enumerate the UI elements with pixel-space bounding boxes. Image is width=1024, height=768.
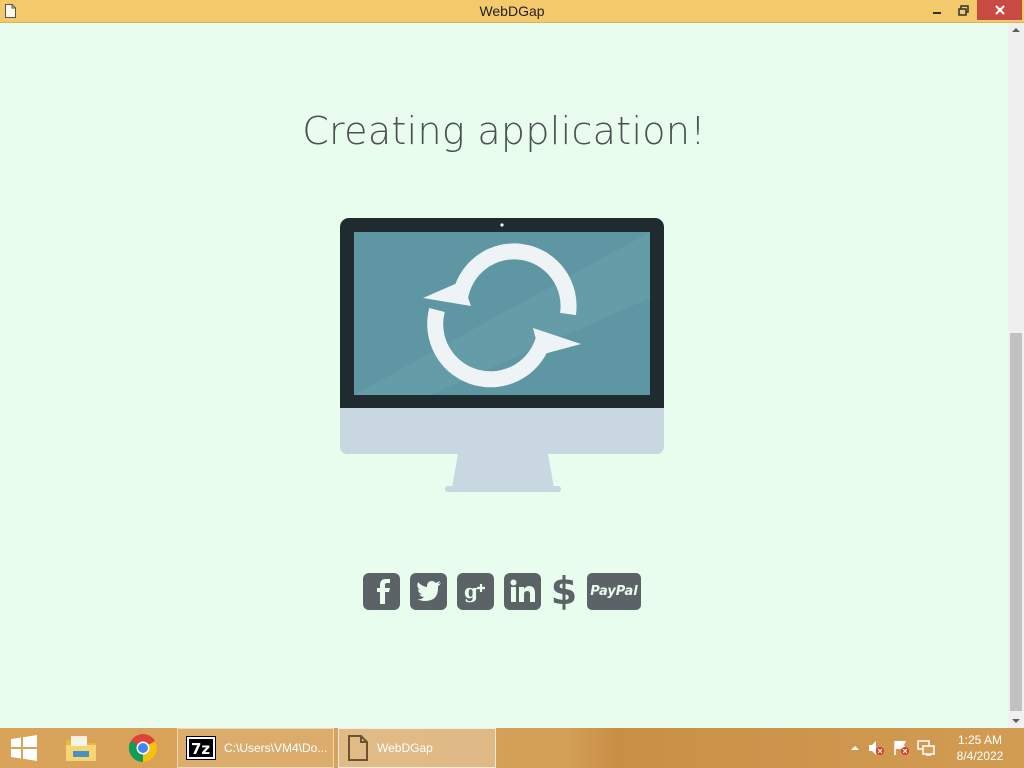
chevron-down-icon bbox=[1012, 719, 1020, 723]
svg-text:7z: 7z bbox=[191, 740, 210, 758]
scroll-down-button[interactable] bbox=[1008, 714, 1024, 728]
network-icon[interactable] bbox=[917, 739, 935, 757]
dollar-icon[interactable]: $ bbox=[551, 569, 577, 613]
minimize-button[interactable] bbox=[925, 0, 949, 20]
document-icon bbox=[348, 735, 368, 761]
show-hidden-icons-icon[interactable] bbox=[850, 744, 860, 752]
restore-icon bbox=[957, 4, 969, 16]
system-tray bbox=[850, 728, 944, 768]
linkedin-icon[interactable] bbox=[504, 572, 541, 610]
google-plus-icon[interactable]: g bbox=[457, 572, 494, 610]
chrome-icon bbox=[129, 734, 157, 762]
action-center-icon[interactable] bbox=[892, 739, 910, 757]
restore-button[interactable] bbox=[951, 0, 975, 20]
window-title: WebDGap bbox=[479, 3, 545, 19]
taskbar: 7z C:\Users\VM4\Do... WebDGap 1:25 AM 8/… bbox=[0, 728, 1024, 768]
twitter-icon[interactable] bbox=[410, 572, 447, 610]
facebook-icon[interactable] bbox=[363, 572, 400, 610]
taskbar-task-webdgap[interactable]: WebDGap bbox=[338, 728, 496, 768]
clock-date: 8/4/2022 bbox=[956, 749, 1004, 763]
scrollbar-thumb[interactable] bbox=[1010, 333, 1022, 711]
start-button[interactable] bbox=[6, 728, 42, 768]
social-links: g $ PayPal bbox=[363, 569, 641, 613]
volume-muted-icon[interactable] bbox=[867, 739, 885, 757]
7zip-icon: 7z bbox=[186, 736, 216, 760]
scroll-up-button[interactable] bbox=[1008, 23, 1024, 37]
file-explorer-icon bbox=[66, 736, 96, 761]
taskbar-chrome[interactable] bbox=[122, 728, 164, 768]
chevron-up-icon bbox=[1012, 28, 1020, 32]
taskbar-task-7zip[interactable]: 7z C:\Users\VM4\Do... bbox=[177, 728, 334, 768]
title-bar[interactable]: WebDGap bbox=[0, 0, 1024, 23]
monitor-illustration bbox=[340, 218, 664, 492]
close-button[interactable] bbox=[977, 0, 1022, 20]
minimize-icon bbox=[933, 12, 941, 14]
page-title: Creating application! bbox=[302, 109, 706, 153]
task-label: C:\Users\VM4\Do... bbox=[224, 741, 328, 755]
clock-time: 1:25 AM bbox=[957, 733, 1003, 747]
vertical-scrollbar[interactable] bbox=[1008, 23, 1024, 728]
taskbar-clock[interactable]: 1:25 AM 8/4/2022 bbox=[950, 732, 1010, 764]
app-content: Creating application! g $ PayPal bbox=[0, 23, 1008, 728]
taskbar-file-explorer[interactable] bbox=[60, 728, 102, 768]
task-label: WebDGap bbox=[377, 741, 433, 755]
svg-text:g: g bbox=[464, 579, 478, 603]
windows-start-icon bbox=[11, 735, 37, 761]
close-icon bbox=[994, 5, 1005, 15]
paypal-icon[interactable]: PayPal bbox=[587, 572, 641, 610]
